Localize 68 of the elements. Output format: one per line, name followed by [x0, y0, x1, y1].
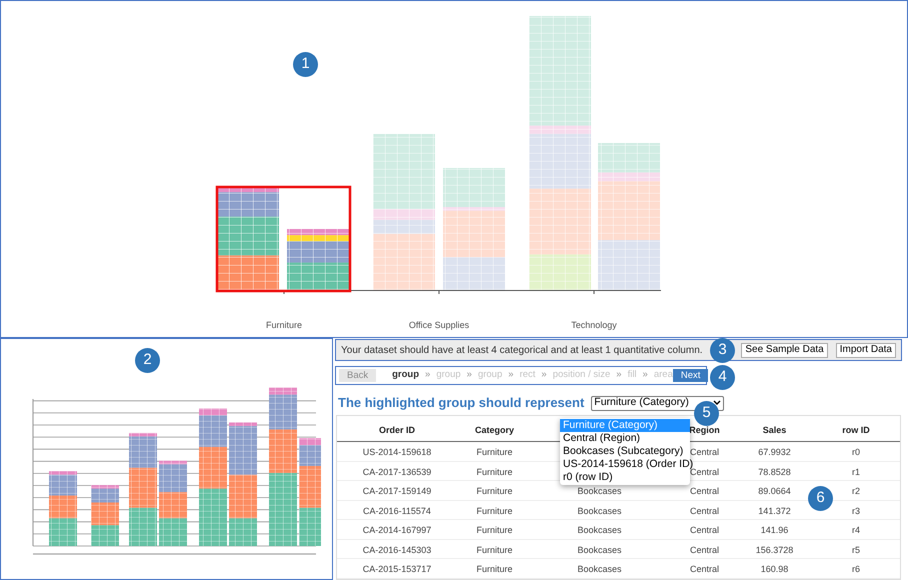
step-separator: » — [466, 368, 472, 382]
step-separator: » — [642, 368, 648, 382]
table-cell: CA-2015-153717 — [362, 564, 432, 574]
dropdown-option[interactable]: Central (Region) — [560, 432, 690, 445]
table-cell: Furniture — [476, 506, 512, 516]
callout-badge: 6 — [808, 486, 833, 511]
step-separator: » — [425, 368, 430, 382]
table-cell: r5 — [852, 544, 860, 555]
table-cell: 141.372 — [758, 506, 791, 516]
table-cell: Central — [690, 544, 719, 555]
column-header[interactable]: Category — [474, 424, 514, 434]
table-cell: Furniture — [476, 486, 512, 496]
table-cell: Bookcases — [577, 564, 622, 574]
table-cell: Central — [690, 486, 719, 496]
table-cell: 141.96 — [760, 525, 788, 536]
info-message: Your dataset should have at least 4 categorical and at least 1 quantitative column. — [341, 344, 703, 358]
table-cell: 78.8528 — [758, 466, 791, 477]
table-cell: Furniture — [476, 564, 512, 574]
dropdown-option[interactable]: Bookcases (Subcategory) — [560, 445, 690, 458]
table-cell: Bookcases — [577, 486, 622, 496]
table-cell: CA-2016-115574 — [363, 506, 431, 516]
table-cell: r0 — [852, 447, 860, 458]
table-cell: CA-2017-136539 — [362, 466, 432, 477]
table-cell: Central — [690, 564, 719, 574]
callout-badge: 5 — [694, 401, 719, 426]
data-button[interactable]: Import Data — [836, 342, 896, 358]
table-cell: 89.0664 — [758, 486, 791, 496]
column-header[interactable]: row ID — [842, 424, 870, 434]
table-cell: Central — [690, 525, 719, 536]
select-value: Furniture (Category) — [594, 395, 689, 410]
column-header[interactable]: Region — [689, 424, 720, 434]
table-cell: CA-2017-159149 — [362, 486, 432, 496]
table-cell: Furniture — [476, 544, 512, 555]
table-cell: Bookcases — [577, 525, 622, 536]
category-axis-label: Technology — [571, 320, 617, 330]
column-header[interactable]: Sales — [762, 424, 786, 434]
step-separator: » — [541, 368, 547, 382]
table-cell: CA-2014-167997 — [362, 525, 432, 536]
table-cell: 67.9932 — [758, 447, 791, 458]
table-cell: Bookcases — [577, 544, 622, 555]
table-cell: r6 — [852, 564, 860, 574]
next-button[interactable]: Next — [672, 369, 708, 382]
table-cell: r3 — [852, 506, 860, 516]
table-cell: CA-2016-145303 — [362, 544, 432, 555]
table-cell: US-2014-159618 — [362, 447, 432, 458]
step-separator: » — [616, 368, 622, 382]
table-cell: Furniture — [476, 447, 512, 458]
callout-badge: 2 — [135, 348, 160, 373]
column-header[interactable]: Order ID — [378, 424, 415, 434]
table-cell: r2 — [852, 486, 860, 496]
prompt-heading: The highlighted group should represent — [338, 394, 584, 412]
table-cell: 160.98 — [760, 564, 788, 574]
table-cell: Central — [690, 447, 719, 458]
table-cell: r1 — [852, 466, 860, 477]
category-axis-label: Office Supplies — [408, 320, 470, 330]
callout-badge: 4 — [710, 365, 735, 390]
category-axis-label: Furniture — [266, 320, 302, 330]
step-label[interactable]: group — [392, 368, 420, 383]
table-cell: r4 — [852, 525, 860, 536]
step-separator: » — [508, 368, 514, 382]
data-button[interactable]: See Sample Data — [741, 342, 828, 358]
dropdown-option[interactable]: US-2014-159618 (Order ID) — [560, 458, 690, 471]
table-cell: Furniture — [476, 525, 512, 536]
table-cell: Furniture — [476, 466, 512, 477]
table-cell: Bookcases — [577, 506, 622, 516]
table-cell: 156.3728 — [756, 544, 794, 555]
dropdown-option[interactable]: r0 (row ID) — [560, 471, 690, 484]
table-cell: Central — [690, 506, 719, 516]
